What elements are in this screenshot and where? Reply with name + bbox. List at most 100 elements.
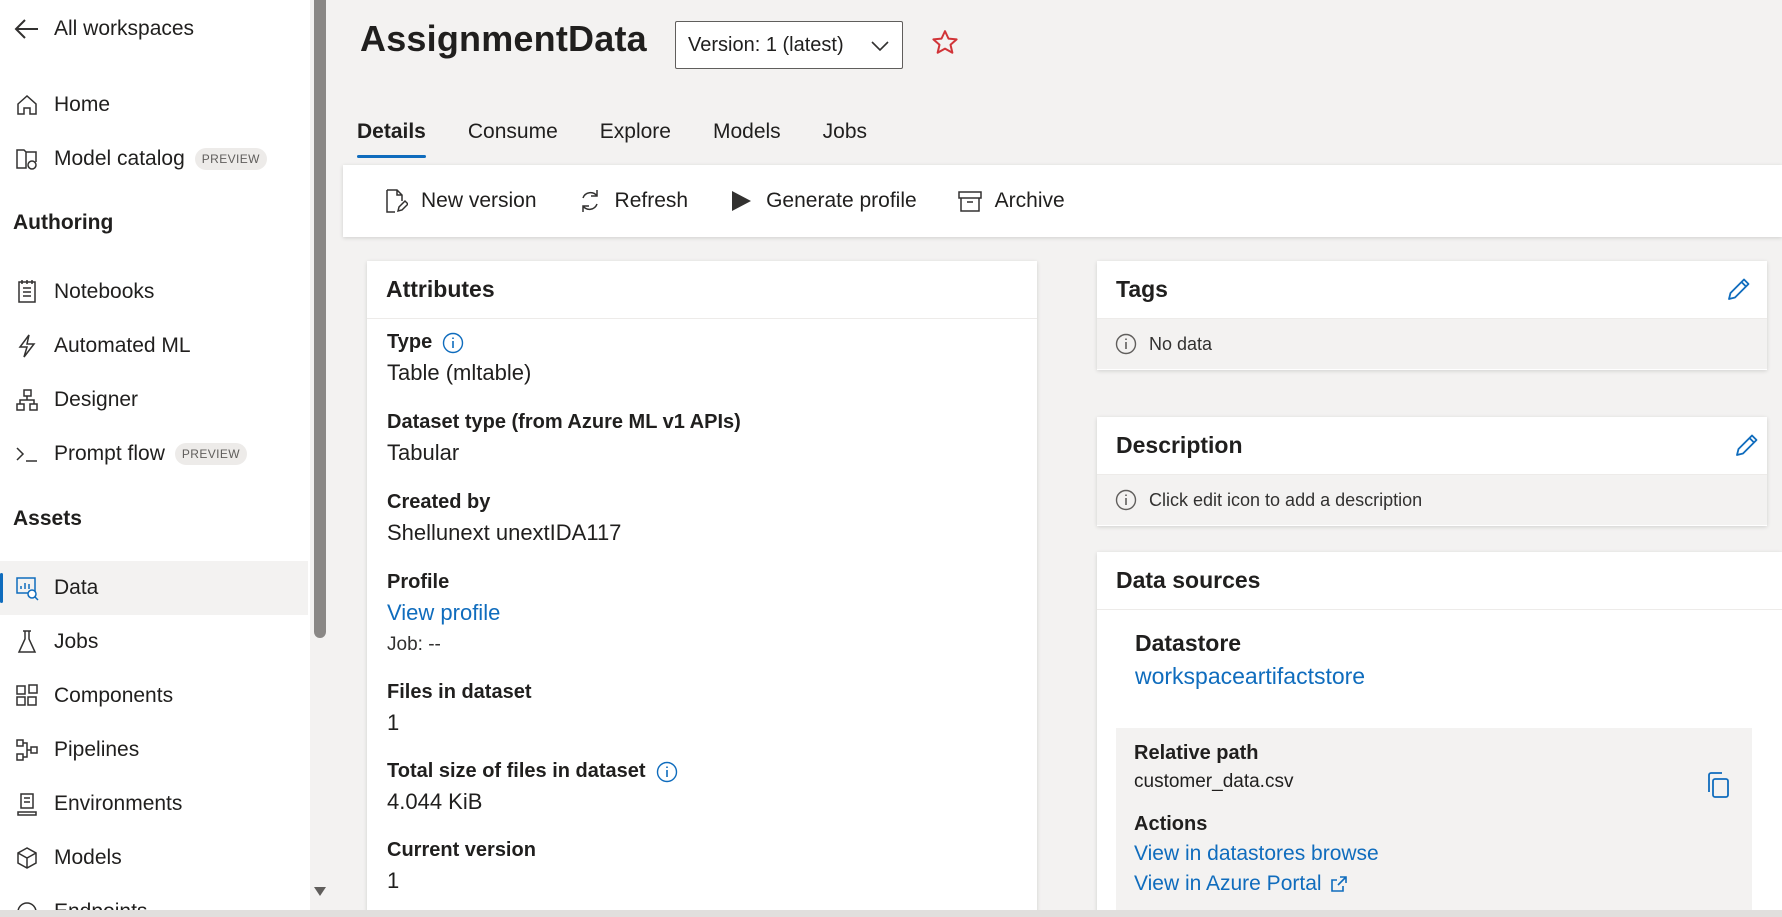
preview-badge: PREVIEW xyxy=(174,443,248,465)
edit-tags-pencil-icon[interactable] xyxy=(1725,275,1753,303)
data-sources-card: Data sources Datastore workspaceartifact… xyxy=(1097,552,1782,917)
size-label: Total size of files in dataset xyxy=(387,760,646,782)
automl-icon xyxy=(14,333,40,359)
scroll-down-icon[interactable] xyxy=(312,884,328,898)
nav-item-label: Components xyxy=(54,684,174,707)
copy-icon[interactable] xyxy=(1704,770,1732,800)
nav-item-label: Models xyxy=(54,846,122,869)
info-icon[interactable] xyxy=(656,761,678,783)
nav-item-label: Endpoints xyxy=(54,900,147,910)
generate-profile-button[interactable]: Generate profile xyxy=(728,188,917,214)
nav-item-jobs[interactable]: Jobs xyxy=(0,615,308,669)
info-icon xyxy=(1115,333,1137,355)
current-version-attribute: Current version 1 xyxy=(387,839,536,894)
files-value: 1 xyxy=(387,710,400,735)
preview-badge: PREVIEW xyxy=(194,148,267,170)
info-icon[interactable] xyxy=(442,332,464,354)
dataset-type-value: Tabular xyxy=(387,440,460,465)
tags-empty-row: No data xyxy=(1097,319,1767,369)
nav-item-components[interactable]: Components xyxy=(0,669,308,723)
components-icon xyxy=(14,683,40,709)
home-icon xyxy=(14,92,40,118)
nav-item-data[interactable]: Data xyxy=(0,561,308,615)
tags-header: Tags xyxy=(1097,261,1767,319)
app-root: All workspaces Home Model catalog PREVIE… xyxy=(0,0,1782,917)
files-label: Files in dataset xyxy=(387,681,532,703)
page-title: AssignmentData xyxy=(360,18,647,59)
designer-icon xyxy=(14,387,40,413)
view-in-azure-portal-label: View in Azure Portal xyxy=(1134,872,1322,895)
nav-item-automated-ml[interactable]: Automated ML xyxy=(0,319,308,373)
bottom-edge xyxy=(0,910,1782,917)
tab-models[interactable]: Models xyxy=(713,110,781,158)
relative-path-value: customer_data.csv xyxy=(1134,771,1294,792)
attributes-card: Attributes Type Table (mltable) Dataset … xyxy=(367,261,1037,917)
size-attribute: Total size of files in dataset 4.044 KiB xyxy=(387,760,678,815)
nav-item-endpoints[interactable]: Endpoints xyxy=(0,885,308,910)
nav-item-environments[interactable]: Environments xyxy=(0,777,308,831)
type-label: Type xyxy=(387,331,433,353)
nav-item-home[interactable]: Home xyxy=(0,78,308,132)
tab-jobs[interactable]: Jobs xyxy=(823,110,867,158)
created-by-label: Created by xyxy=(387,491,491,513)
authoring-heading: Authoring xyxy=(13,211,114,234)
nav-item-pipelines[interactable]: Pipelines xyxy=(0,723,308,777)
favorite-star-icon[interactable] xyxy=(930,28,960,58)
command-bar: New version Refresh Generate profile Arc… xyxy=(343,165,1782,237)
nav-item-label: Model catalog xyxy=(54,147,185,170)
archive-icon xyxy=(957,188,983,214)
new-document-icon xyxy=(383,188,409,214)
nav-item-prompt-flow[interactable]: Prompt flow PREVIEW xyxy=(0,427,308,481)
back-arrow-icon xyxy=(14,19,38,39)
nav-item-model-catalog[interactable]: Model catalog PREVIEW xyxy=(0,132,308,186)
generate-profile-label: Generate profile xyxy=(766,189,917,212)
sidebar-scrollbar-thumb[interactable] xyxy=(314,0,326,638)
view-in-azure-portal-link[interactable]: View in Azure Portal xyxy=(1134,872,1752,896)
description-empty-row: Click edit icon to add a description xyxy=(1097,475,1767,525)
all-workspaces-label: All workspaces xyxy=(54,17,195,40)
refresh-label: Refresh xyxy=(614,189,689,212)
current-version-label: Current version xyxy=(387,839,536,861)
nav-item-label: Prompt flow xyxy=(54,442,165,465)
datastore-link[interactable]: workspaceartifactstore xyxy=(1135,663,1782,690)
type-label-row: Type xyxy=(387,331,531,354)
refresh-button[interactable]: Refresh xyxy=(577,188,689,214)
size-label-row: Total size of files in dataset xyxy=(387,760,678,783)
data-sources-heading: Data sources xyxy=(1097,552,1782,610)
nav-item-label: Designer xyxy=(54,388,139,411)
edit-description-pencil-icon[interactable] xyxy=(1733,431,1761,459)
nav-item-models[interactable]: Models xyxy=(0,831,308,885)
version-dropdown[interactable]: Version: 1 (latest) xyxy=(675,21,903,69)
tags-card: Tags No data xyxy=(1097,261,1767,370)
created-by-attribute: Created by Shellunext unextIDA117 xyxy=(387,491,621,546)
detail-tabs: Details Consume Explore Models Jobs xyxy=(357,110,909,158)
files-attribute: Files in dataset 1 xyxy=(387,681,532,736)
model-catalog-icon xyxy=(14,146,40,172)
description-card: Description Click edit icon to add a des… xyxy=(1097,417,1767,526)
flask-icon xyxy=(14,629,40,655)
new-version-button[interactable]: New version xyxy=(383,188,537,214)
description-empty-text: Click edit icon to add a description xyxy=(1149,489,1423,510)
all-workspaces-link[interactable]: All workspaces xyxy=(14,12,194,46)
size-value: 4.044 KiB xyxy=(387,789,483,814)
nav-item-label: Notebooks xyxy=(54,280,155,303)
relative-path-label: Relative path xyxy=(1134,742,1259,764)
nav-item-label: Home xyxy=(54,93,111,116)
tags-heading: Tags xyxy=(1116,276,1168,302)
tab-details[interactable]: Details xyxy=(357,110,426,158)
refresh-icon xyxy=(577,188,603,214)
view-in-datastores-browse-link[interactable]: View in datastores browse xyxy=(1134,842,1752,866)
archive-label: Archive xyxy=(994,189,1065,212)
description-heading: Description xyxy=(1116,432,1243,458)
nav-item-designer[interactable]: Designer xyxy=(0,373,308,427)
datastore-label: Datastore xyxy=(1135,630,1242,656)
tab-explore[interactable]: Explore xyxy=(600,110,671,158)
tab-consume[interactable]: Consume xyxy=(468,110,558,158)
nav-item-notebooks[interactable]: Notebooks xyxy=(0,265,308,319)
environments-icon xyxy=(14,791,40,817)
nav-item-label: Automated ML xyxy=(54,334,191,357)
data-icon xyxy=(14,575,40,601)
archive-button[interactable]: Archive xyxy=(957,188,1065,214)
view-profile-link[interactable]: View profile xyxy=(387,600,500,626)
type-value: Table (mltable) xyxy=(387,360,532,385)
